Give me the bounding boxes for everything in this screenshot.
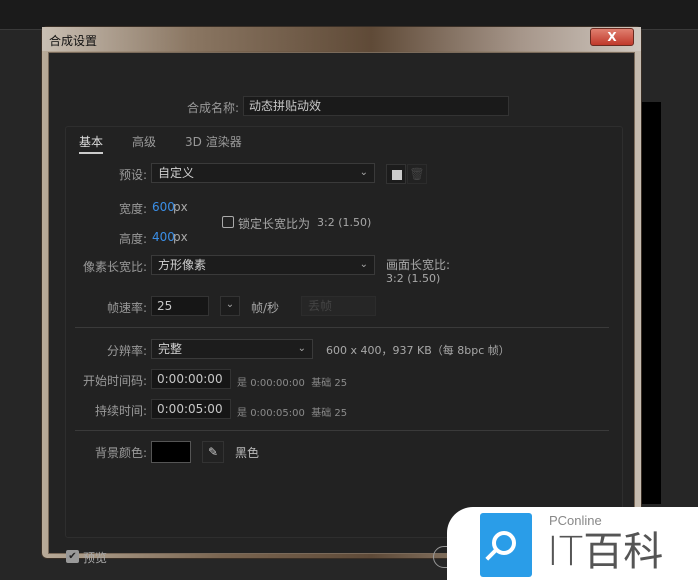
background-color-label: 背景颜色: [94, 446, 147, 460]
preview-checkbox[interactable]: ✔ [66, 550, 79, 563]
frame-aspect-value: 3:2 (1.50) [386, 272, 441, 285]
lock-aspect-checkbox[interactable] [222, 216, 234, 228]
divider [75, 327, 609, 328]
frame-aspect-label: 画面长宽比: [386, 258, 451, 272]
pixel-aspect-value: 方形像素 [158, 258, 207, 272]
resolution-value: 完整 [158, 342, 183, 356]
comp-name-input[interactable]: 动态拼贴动效 [243, 96, 509, 116]
new-preset-icon [392, 170, 402, 180]
settings-panel [65, 126, 623, 538]
frame-rate-input[interactable]: 25 [151, 296, 209, 316]
divider [75, 430, 609, 431]
title-bar[interactable]: 合成设置 X [42, 27, 641, 51]
info-prefix: 是 [237, 408, 247, 419]
watermark-text: IT百科 [547, 529, 664, 575]
pixel-aspect-label: 像素长宽比: [82, 260, 147, 274]
background-color-swatch[interactable] [151, 441, 191, 463]
preset-label: 预设: [118, 168, 147, 182]
duration-input[interactable]: 0:00:05:00 [151, 399, 231, 419]
comp-name-label: 合成名称: [186, 101, 239, 115]
lock-aspect-label: 锁定长宽比为 [238, 217, 311, 231]
magnifier-logo-icon [480, 513, 532, 577]
width-value[interactable]: 600 [152, 200, 175, 214]
pconline-watermark: PConline IT百科 [447, 507, 698, 580]
resolution-label: 分辨率: [106, 344, 147, 358]
start-timecode-input[interactable]: 0:00:00:00 [151, 369, 231, 389]
new-preset-button[interactable] [386, 164, 406, 184]
frame-rate-unit: 帧/秒 [251, 301, 280, 315]
dialog-body: 合成名称: 动态拼贴动效 基本 高级 3D 渲染器 预设: 自定义 ⌄ 🗑 宽度:… [48, 52, 635, 568]
preset-dropdown[interactable]: 自定义 ⌄ [151, 163, 375, 183]
eyedropper-button[interactable]: ✎ [202, 441, 224, 463]
background-color-name: 黑色 [235, 446, 260, 460]
chevron-down-icon: ⌄ [359, 167, 368, 178]
delete-preset-button[interactable]: 🗑 [407, 164, 427, 184]
lock-aspect-ratio: 3:2 (1.50) [317, 216, 372, 229]
drop-frame-value: 丢帧 [308, 299, 333, 313]
height-label: 高度: [118, 232, 147, 246]
width-unit: px [173, 200, 188, 214]
dialog-title: 合成设置 [49, 34, 98, 48]
chevron-down-icon: ⌄ [225, 299, 235, 310]
watermark-brand: PConline [549, 513, 602, 528]
trash-icon: 🗑 [409, 167, 425, 181]
frame-rate-dropdown[interactable]: ⌄ [220, 296, 240, 316]
info-base: 基础 25 [311, 408, 348, 419]
start-timecode-info: 是 0:00:00:00 基础 25 [237, 374, 347, 389]
resolution-dropdown[interactable]: 完整 ⌄ [151, 339, 313, 359]
info-value: 0:00:05:00 [250, 408, 305, 419]
pixel-aspect-dropdown[interactable]: 方形像素 ⌄ [151, 255, 375, 275]
eyedropper-icon: ✎ [207, 445, 219, 459]
frame-rate-label: 帧速率: [106, 301, 147, 315]
background-composition-area [640, 102, 661, 504]
resolution-info: 600 x 400，937 KB（每 8bpc 帧） [326, 344, 510, 357]
height-value[interactable]: 400 [152, 230, 175, 244]
preset-value: 自定义 [158, 166, 195, 180]
tab-basic[interactable]: 基本 [79, 133, 104, 154]
duration-info: 是 0:00:05:00 基础 25 [237, 404, 347, 419]
chevron-down-icon: ⌄ [359, 259, 368, 270]
close-button[interactable]: X [590, 28, 634, 46]
info-base: 基础 25 [311, 378, 348, 389]
preview-label: 预览 [83, 551, 108, 565]
tab-3d-renderer[interactable]: 3D 渲染器 [185, 133, 242, 150]
info-prefix: 是 [237, 378, 247, 389]
tab-advanced[interactable]: 高级 [132, 133, 156, 150]
start-timecode-label: 开始时间码: [82, 374, 147, 388]
drop-frame-dropdown: 丢帧 [301, 296, 376, 316]
info-value: 0:00:00:00 [250, 378, 305, 389]
height-unit: px [173, 230, 188, 244]
composition-settings-dialog: 合成设置 X 合成名称: 动态拼贴动效 基本 高级 3D 渲染器 预设: 自定义… [41, 26, 642, 568]
width-label: 宽度: [118, 202, 147, 216]
duration-label: 持续时间: [94, 404, 147, 418]
chevron-down-icon: ⌄ [297, 343, 306, 354]
